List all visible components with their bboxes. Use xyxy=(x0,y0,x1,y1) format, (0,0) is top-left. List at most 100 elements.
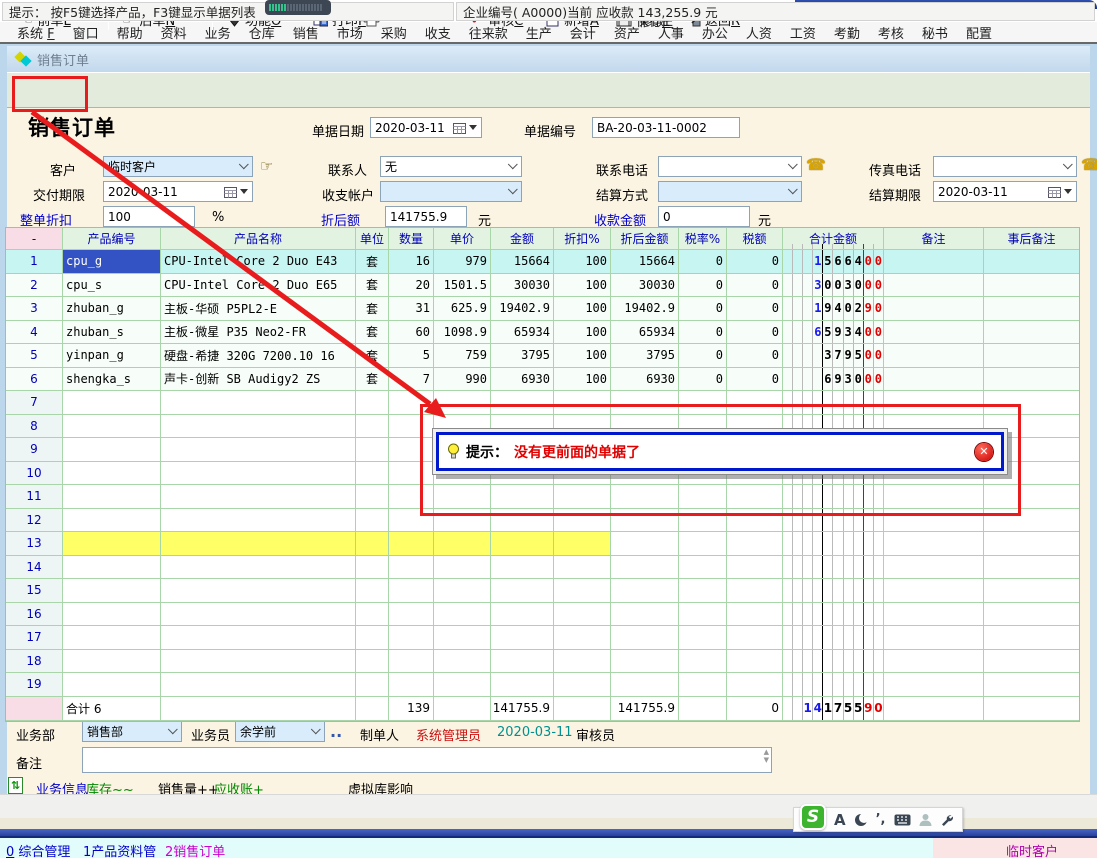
grid-cell-discount[interactable]: 100 xyxy=(554,297,611,320)
grid-cell-total[interactable] xyxy=(783,391,884,414)
user-icon[interactable] xyxy=(919,813,932,826)
grid-cell-post_remark[interactable] xyxy=(984,650,1079,673)
grid-cell-no[interactable]: 3 xyxy=(6,297,63,320)
remark-textarea[interactable]: ▲▼ xyxy=(82,747,772,773)
grid-cell-unit[interactable] xyxy=(356,391,389,414)
grid-row[interactable]: 13 xyxy=(6,532,1079,556)
grid-cell-amount[interactable]: 30030 xyxy=(491,274,554,297)
menu-item[interactable]: 考核 xyxy=(869,21,913,44)
grid-cell-tax_rate[interactable] xyxy=(679,509,727,532)
grid-cell-no[interactable]: 1 xyxy=(6,250,63,273)
grid-cell-tax_rate[interactable]: 0 xyxy=(679,368,727,391)
grid-cell-tax[interactable] xyxy=(727,626,783,649)
grid-cell-tax[interactable] xyxy=(727,579,783,602)
grid-cell-disc_amount[interactable]: 6930 xyxy=(611,368,679,391)
grid-cell-unit[interactable]: 套 xyxy=(356,274,389,297)
grid-cell-no[interactable]: 10 xyxy=(6,462,63,485)
grid-cell-tax_rate[interactable] xyxy=(679,556,727,579)
grid-cell-discount[interactable]: 100 xyxy=(554,321,611,344)
grid-cell-total[interactable]: 3003000 xyxy=(783,274,884,297)
grid-cell-name[interactable]: 硬盘-希捷 320G 7200.10 16 xyxy=(161,344,356,367)
grid-cell-name[interactable] xyxy=(161,485,356,508)
grid-row[interactable]: 18 xyxy=(6,650,1079,674)
grid-cell-code[interactable] xyxy=(63,509,161,532)
grid-cell-name[interactable] xyxy=(161,603,356,626)
grid-cell-disc_amount[interactable]: 30030 xyxy=(611,274,679,297)
grid-cell-tax[interactable]: 0 xyxy=(727,344,783,367)
calendar-icon[interactable] xyxy=(1048,186,1072,198)
grid-cell-tax[interactable]: 0 xyxy=(727,368,783,391)
grid-row[interactable]: 5yinpan_g硬盘-希捷 320G 7200.10 16套575937951… xyxy=(6,344,1079,368)
grid-cell-discount[interactable]: 100 xyxy=(554,274,611,297)
grid-cell-remark[interactable] xyxy=(884,626,984,649)
grid-cell-post_remark[interactable] xyxy=(984,532,1079,555)
grid-cell-tax_rate[interactable] xyxy=(679,603,727,626)
grid-cell-price[interactable] xyxy=(434,603,491,626)
grid-cell-name[interactable] xyxy=(161,556,356,579)
grid-cell-price[interactable] xyxy=(434,579,491,602)
grid-cell-code[interactable] xyxy=(63,673,161,696)
grid-cell-unit[interactable]: 套 xyxy=(356,250,389,273)
grid-cell-remark[interactable] xyxy=(884,391,984,414)
grid-cell-qty[interactable]: 20 xyxy=(389,274,434,297)
clerk-combo[interactable]: 余学前 xyxy=(235,720,325,742)
grid-cell-tax[interactable] xyxy=(727,485,783,508)
grid-cell-amount[interactable] xyxy=(491,579,554,602)
grid-cell-discount[interactable] xyxy=(554,509,611,532)
grid-cell-total[interactable]: 1566400 xyxy=(783,250,884,273)
grid-cell-price[interactable] xyxy=(434,532,491,555)
grid-cell-unit[interactable] xyxy=(356,603,389,626)
grid-cell-no[interactable]: 15 xyxy=(6,579,63,602)
grid-cell-disc_amount[interactable]: 65934 xyxy=(611,321,679,344)
account-combo[interactable] xyxy=(380,181,522,202)
grid-cell-qty[interactable]: 7 xyxy=(389,368,434,391)
grid-cell-unit[interactable]: 套 xyxy=(356,297,389,320)
punctuation-icon[interactable]: ’, xyxy=(876,812,886,827)
calendar-icon[interactable] xyxy=(453,122,477,134)
grid-cell-price[interactable]: 990 xyxy=(434,368,491,391)
taskbar-tab[interactable]: 1产品资料管 xyxy=(83,841,156,858)
grid-cell-total[interactable]: 6593400 xyxy=(783,321,884,344)
grid-cell-name[interactable]: 声卡-创新 SB Audigy2 ZS xyxy=(161,368,356,391)
grid-cell-tax[interactable] xyxy=(727,673,783,696)
grid-cell-tax[interactable] xyxy=(727,509,783,532)
grid-cell-remark[interactable] xyxy=(884,344,984,367)
grid-cell-discount[interactable] xyxy=(554,650,611,673)
grid-cell-unit[interactable]: 套 xyxy=(356,368,389,391)
grid-cell-code[interactable] xyxy=(63,415,161,438)
grid-cell-code[interactable] xyxy=(63,626,161,649)
grid-cell-tax[interactable] xyxy=(727,603,783,626)
grid-cell-code[interactable]: zhuban_g xyxy=(63,297,161,320)
grid-cell-unit[interactable] xyxy=(356,650,389,673)
grid-cell-name[interactable] xyxy=(161,391,356,414)
grid-cell-total[interactable] xyxy=(783,579,884,602)
grid-cell-discount[interactable] xyxy=(554,532,611,555)
grid-cell-unit[interactable] xyxy=(356,438,389,461)
doc-no-input[interactable]: BA-20-03-11-0002 xyxy=(592,117,740,138)
grid-cell-qty[interactable] xyxy=(389,532,434,555)
grid-cell-qty[interactable]: 60 xyxy=(389,321,434,344)
grid-cell-post_remark[interactable] xyxy=(984,556,1079,579)
grid-cell-post_remark[interactable] xyxy=(984,391,1079,414)
grid-cell-code[interactable] xyxy=(63,556,161,579)
grid-cell-qty[interactable] xyxy=(389,438,434,461)
grid-cell-tax_rate[interactable]: 0 xyxy=(679,321,727,344)
grid-cell-price[interactable] xyxy=(434,509,491,532)
grid-cell-name[interactable] xyxy=(161,462,356,485)
grid-cell-price[interactable] xyxy=(434,556,491,579)
grid-cell-unit[interactable] xyxy=(356,556,389,579)
grid-cell-remark[interactable] xyxy=(884,250,984,273)
grid-cell-price[interactable]: 759 xyxy=(434,344,491,367)
grid-cell-no[interactable]: 6 xyxy=(6,368,63,391)
grid-cell-qty[interactable] xyxy=(389,462,434,485)
grid-cell-tax[interactable]: 0 xyxy=(727,274,783,297)
grid-cell-amount[interactable] xyxy=(491,391,554,414)
grid-cell-discount[interactable]: 100 xyxy=(554,250,611,273)
grid-cell-code[interactable] xyxy=(63,579,161,602)
grid-cell-remark[interactable] xyxy=(884,603,984,626)
grid-cell-amount[interactable] xyxy=(491,626,554,649)
grid-cell-qty[interactable] xyxy=(389,626,434,649)
grid-cell-remark[interactable] xyxy=(884,532,984,555)
grid-cell-discount[interactable]: 100 xyxy=(554,368,611,391)
grid-cell-unit[interactable] xyxy=(356,673,389,696)
